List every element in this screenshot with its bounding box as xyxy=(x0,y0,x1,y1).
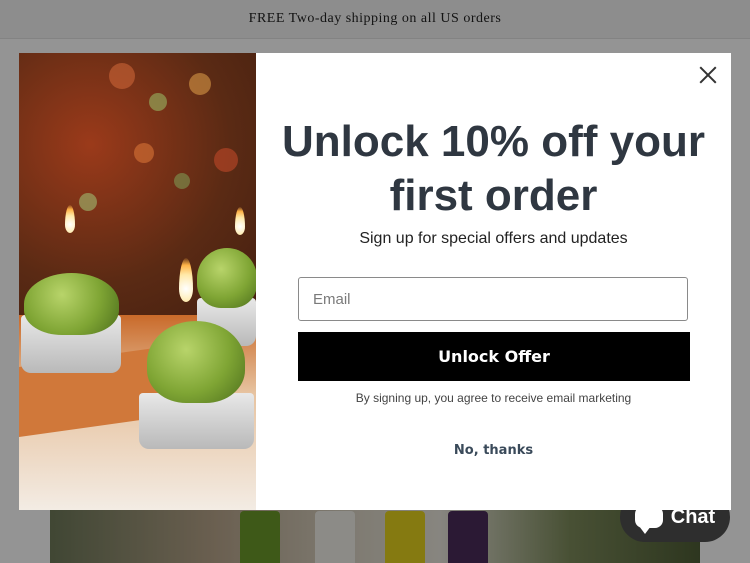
signup-modal: Unlock 10% off your first order Sign up … xyxy=(19,53,731,510)
unlock-offer-button[interactable]: Unlock Offer xyxy=(298,332,690,381)
legal-text: By signing up, you agree to receive emai… xyxy=(355,391,632,405)
modal-headline: Unlock 10% off your first order xyxy=(282,117,705,220)
no-thanks-link[interactable]: No, thanks xyxy=(256,443,731,458)
modal-subheadline: Sign up for special offers and updates xyxy=(359,230,628,247)
email-field[interactable] xyxy=(298,277,688,321)
cactus-candles-photo xyxy=(19,53,256,510)
close-icon[interactable] xyxy=(697,64,719,86)
modal-content: Unlock 10% off your first order Sign up … xyxy=(256,53,731,510)
